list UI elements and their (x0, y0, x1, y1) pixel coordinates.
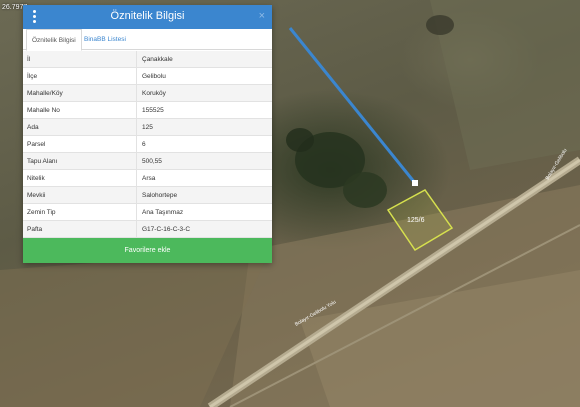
row-value: 125 (142, 124, 153, 131)
add-to-favorites-button[interactable]: Favorilere ekle (23, 238, 272, 263)
tab-building-list[interactable]: BinaBB Listesi (79, 29, 131, 50)
row-key: Parsel (27, 141, 46, 148)
attribute-panel: Öznitelik Bilgisi × Öznitelik Bilgisi Bi… (23, 5, 272, 263)
tree-cluster (286, 128, 314, 152)
table-row: Nitelik Arsa (23, 170, 272, 187)
panel-title: Öznitelik Bilgisi (110, 10, 185, 22)
row-value: G17-C-16-C-3-C (142, 226, 191, 233)
row-key: Nitelik (27, 175, 45, 182)
row-key: Zemin Tip (27, 209, 56, 216)
row-value: Salohortepe (142, 192, 178, 199)
table-row: Parsel 6 (23, 136, 272, 153)
table-row: Zemin Tip Ana Taşınmaz (23, 204, 272, 221)
row-value: Arsa (142, 175, 156, 182)
table-row: Mahalle/Köy Koruköy (23, 85, 272, 102)
parcel-label: 125/6 (407, 217, 425, 224)
table-row: İlçe Gelibolu (23, 68, 272, 85)
row-key: Pafta (27, 226, 43, 233)
row-value: 6 (142, 141, 146, 148)
table-row: Mahalle No 155525 (23, 102, 272, 119)
pointer-handle (412, 180, 418, 186)
table-row: Tapu Alanı 500,55 (23, 153, 272, 170)
table-row: Mevkii Salohortepe (23, 187, 272, 204)
row-key: İl (27, 56, 31, 63)
field-patch (0, 250, 270, 407)
row-key: Tapu Alanı (27, 158, 58, 165)
row-value: 500,55 (142, 158, 162, 165)
row-key: İlçe (27, 73, 38, 80)
tab-bar: Öznitelik Bilgisi BinaBB Listesi (23, 29, 272, 51)
row-value: 155525 (142, 107, 164, 114)
row-key: Mahalle/Köy (27, 90, 63, 97)
table-row: Pafta G17-C-16-C-3-C (23, 221, 272, 238)
tree-cluster (343, 172, 387, 208)
row-key: Mevkii (27, 192, 46, 199)
row-value: Koruköy (142, 90, 166, 97)
close-icon[interactable]: × (259, 10, 265, 22)
panel-header: Öznitelik Bilgisi × (23, 5, 272, 29)
tab-attribute-info[interactable]: Öznitelik Bilgisi (26, 29, 82, 51)
row-value: Çanakkale (142, 56, 173, 63)
table-row: Ada 125 (23, 119, 272, 136)
row-value: Ana Taşınmaz (142, 209, 184, 216)
row-key: Ada (27, 124, 39, 131)
attribute-table: İl Çanakkale İlçe Gelibolu Mahalle/Köy Koru… (23, 51, 272, 238)
table-row: İl Çanakkale (23, 51, 272, 68)
row-key: Mahalle No (27, 107, 60, 114)
tree-cluster (426, 15, 454, 35)
row-value: Gelibolu (142, 73, 166, 80)
